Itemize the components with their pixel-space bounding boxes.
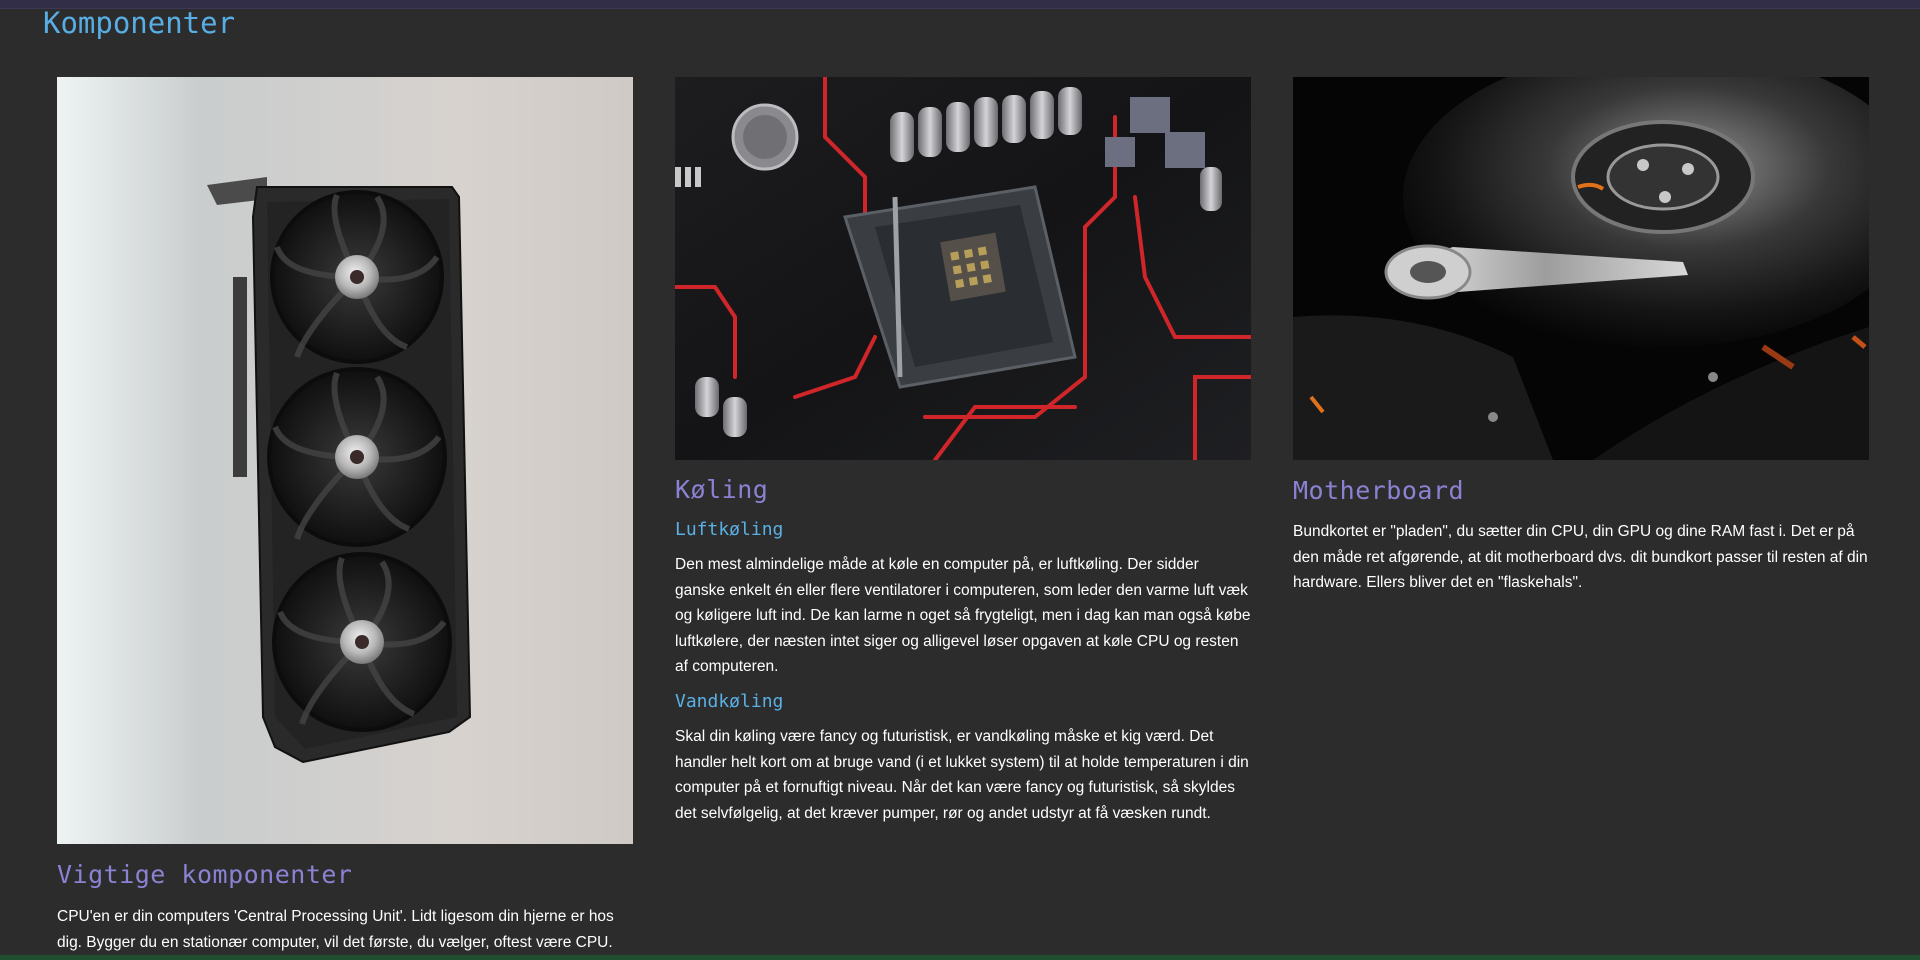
card-body-motherboard: Bundkortet er "pladen", du sætter din CP… (1293, 523, 1868, 592)
card-motherboard: Motherboard Bundkortet er "pladen", du s… (1293, 77, 1869, 596)
subheading-vandkoling: Vandkøling (675, 690, 784, 712)
subheading-luftkoling: Luftkøling (675, 519, 784, 540)
cpu-socket-image (675, 77, 1251, 460)
card-heading-motherboard: Motherboard (1293, 476, 1465, 505)
card-vigtige-komponenter: Vigtige komponenter CPU'en er din comput… (57, 77, 633, 955)
top-accent-bar (0, 0, 1920, 9)
bottom-accent-bar (0, 955, 1920, 960)
body-luftkoling: Den mest almindelige måde at køle en com… (675, 556, 1251, 676)
hard-drive-image (1293, 77, 1869, 460)
page-title: Komponenter (43, 6, 236, 40)
card-heading-koling: Køling (675, 475, 769, 504)
graphics-card-image (57, 77, 633, 844)
body-vandkoling: Skal din køling være fancy og futuristis… (675, 727, 1249, 822)
card-body-vigtige-komponenter: CPU'en er din computers 'Central Process… (57, 908, 614, 951)
card-heading-vigtige-komponenter: Vigtige komponenter (57, 860, 353, 889)
card-koling: Køling Luftkøling Den mest almindelige m… (675, 77, 1251, 826)
